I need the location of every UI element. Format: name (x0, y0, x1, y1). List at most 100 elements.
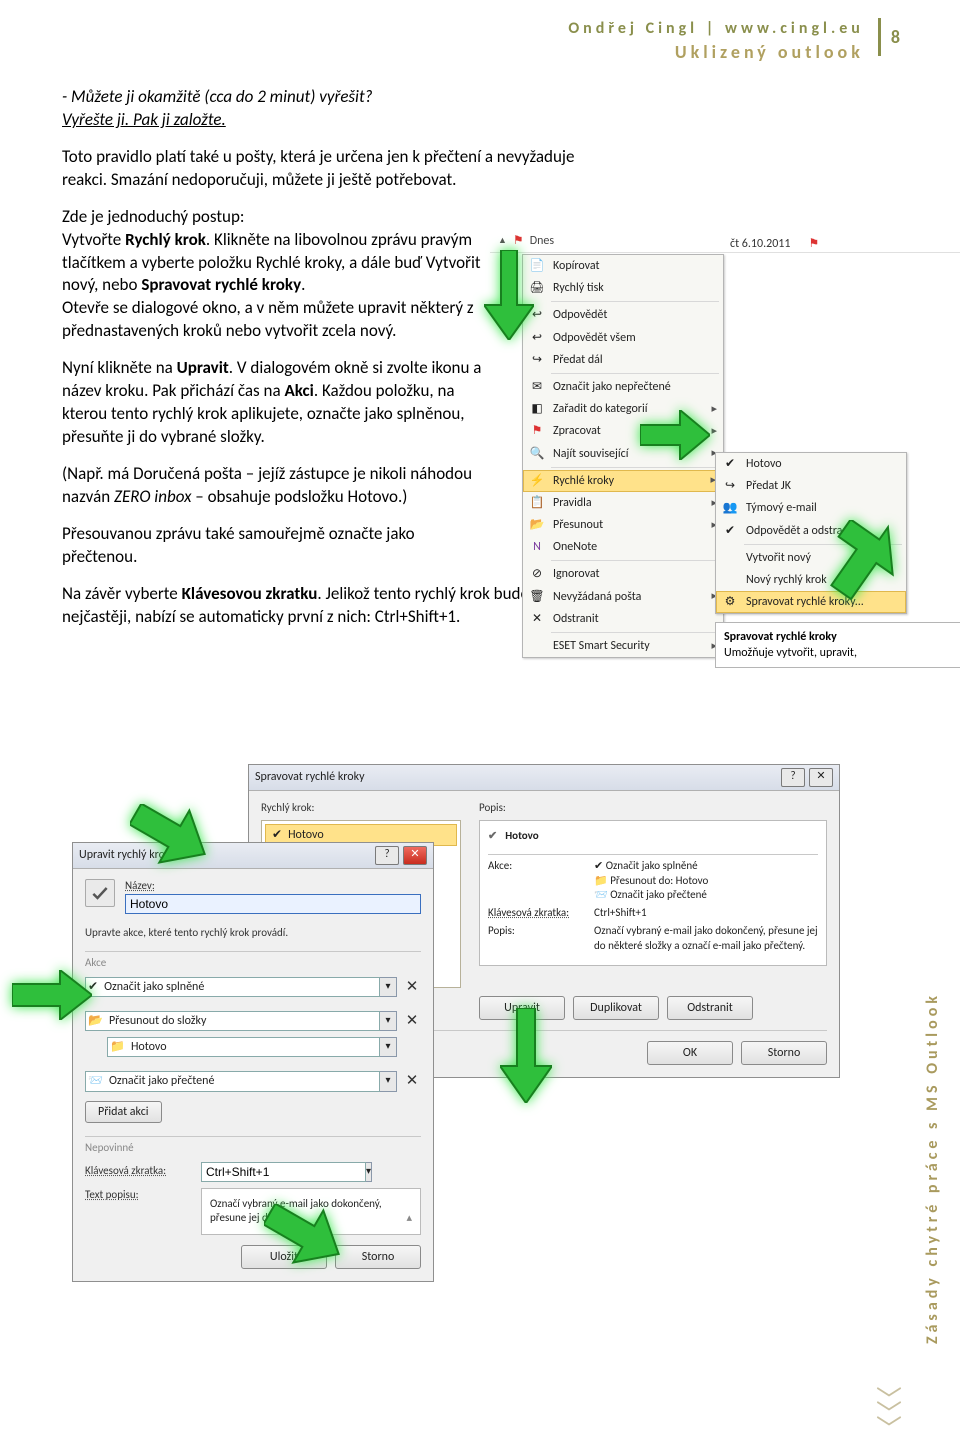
remove-action-button[interactable]: ✕ (403, 977, 421, 997)
check-icon: ✔ (722, 456, 738, 472)
context-menu-screenshot: ▲ ⚑ Dnes čt 6.10.2011 ⚑ 📄Kopírovat 🖨Rych… (490, 230, 960, 253)
action-1: ✔Označit jako splněné ▾ ✕ (85, 977, 421, 997)
ctx-rules[interactable]: 📋Pravidla (523, 492, 723, 514)
header-subtitle: Uklizený outlook (568, 40, 864, 64)
lightning-icon: ⚡ (529, 473, 545, 489)
name-input[interactable] (125, 894, 421, 914)
paragraph-5a: Přesouvanou zprávu také samouřejmě označ… (62, 523, 482, 569)
row-date: čt 6.10.2011 (730, 236, 790, 252)
close-button[interactable]: ✕ (809, 768, 833, 787)
answer-line: Vyřešte ji. Pak ji založte. (62, 109, 900, 132)
odstranit-button[interactable]: Odstranit (667, 996, 753, 1020)
group-today: Dnes (530, 233, 554, 249)
ctx-onenote[interactable]: NOneNote (523, 536, 723, 558)
paragraph-1: Toto pravidlo platí také u pošty, která … (62, 146, 622, 192)
ctx-reply[interactable]: ↩Odpovědět (523, 304, 723, 326)
edit-quickstep-window: Upravit rychlý krok ? ✕ Název: Upravte a… (72, 842, 434, 1282)
ctx-eset[interactable]: ESET Smart Security (523, 635, 723, 657)
tooltip-box: Spravovat rychlé kroky Umožňuje vytvořit… (715, 622, 960, 668)
gear-icon: ⚙ (722, 594, 738, 610)
ctx-move[interactable]: 📂Přesunout (523, 514, 723, 536)
ctx-quicksteps[interactable]: ⚡Rychlé kroky (523, 470, 723, 492)
paragraph-2: Zde je jednoduchý postup: Vytvořte Rychl… (62, 206, 482, 344)
label-optional: Nepovinné (85, 1141, 421, 1156)
flag-icon: ⚑ (513, 233, 524, 249)
team-icon: 👥 (722, 500, 738, 516)
junk-icon: 🗑 (529, 589, 545, 605)
dropdown-caret-icon[interactable]: ▾ (366, 1162, 372, 1182)
green-arrow-icon (640, 410, 710, 460)
forward-icon: ↪ (722, 478, 738, 494)
label-shortcut: Klávesová zkratka: (85, 1164, 195, 1179)
ctx-delete[interactable]: ✕Odstranit (523, 608, 723, 630)
step-icon-button[interactable] (85, 879, 115, 907)
label-name: Název: (125, 879, 421, 894)
storno-button[interactable]: Storno (335, 1245, 421, 1269)
duplikovat-button[interactable]: Duplikovat (573, 996, 659, 1020)
action1-select[interactable]: ✔Označit jako splněné (85, 977, 380, 997)
paragraph-4: (Např. má Doručená pošta – jejíž zástupc… (62, 463, 482, 509)
help-button[interactable]: ? (375, 846, 399, 865)
manage-name: Hotovo (505, 829, 538, 844)
mail-icon: ✉ (529, 379, 545, 395)
dropdown-caret-icon[interactable]: ▾ (380, 1011, 397, 1031)
question-line: - Můžete ji okamžitě (cca do 2 minut) vy… (62, 86, 900, 109)
ctx-copy[interactable]: 📄Kopírovat (523, 255, 723, 277)
add-action-button[interactable]: Přidat akci (85, 1101, 162, 1123)
check-icon: ✔ (488, 829, 497, 844)
ignore-icon: ⊘ (529, 567, 545, 583)
scroll-up-icon[interactable]: ▴ (406, 1211, 412, 1226)
folder-icon: 📁 (594, 874, 608, 887)
ctx-ignore[interactable]: ⊘Ignorovat (523, 563, 723, 585)
action-3: 📨Označit jako přečtené ▾ ✕ (85, 1071, 421, 1091)
folder-icon: 📁 (110, 1039, 125, 1055)
category-icon: ◧ (529, 401, 545, 417)
check-icon: ✔ (594, 859, 603, 872)
expand-icon: ▲ (498, 235, 507, 247)
ctx-quickprint[interactable]: 🖨Rychlý tisk (523, 277, 723, 299)
close-button[interactable]: ✕ (403, 846, 427, 865)
storno-button[interactable]: Storno (741, 1041, 827, 1065)
green-arrow-icon (830, 520, 900, 600)
page-header: Ondřej Cingl | www.cingl.eu Uklizený out… (62, 18, 900, 64)
instr-text: Upravte akce, které tento rychlý krok pr… (85, 926, 421, 941)
green-arrow-icon (484, 250, 534, 340)
rules-icon: 📋 (529, 495, 545, 511)
sub-predat[interactable]: ↪Předat JK (716, 475, 906, 497)
sub-team[interactable]: 👥Týmový e-mail (716, 497, 906, 519)
action-2-sub: 📁Hotovo ▾ ✕ (107, 1037, 421, 1057)
paragraph-3: Nyní klikněte na Upravit. V dialogovém o… (62, 357, 482, 449)
mail-open-icon: 📨 (88, 1073, 103, 1089)
remove-action-button[interactable]: ✕ (403, 1011, 421, 1031)
dropdown-caret-icon[interactable]: ▾ (380, 1071, 397, 1091)
action2-select[interactable]: 📂Přesunout do složky (85, 1011, 380, 1031)
green-arrow-icon (264, 1204, 344, 1274)
flag-icon: ⚑ (529, 423, 545, 439)
label-popis: Popis: (479, 801, 827, 816)
side-vertical-text: Zásady chytré práce s MS Outlook (922, 992, 944, 1344)
ctx-replyall[interactable]: ↩Odpovědět všem (523, 327, 723, 349)
ok-button[interactable]: OK (647, 1041, 733, 1065)
forward-icon: ↪ (529, 352, 545, 368)
mail-open-icon: 📨 (594, 888, 608, 901)
help-button[interactable]: ? (781, 768, 805, 787)
ctx-markunread[interactable]: ✉Označit jako nepřečtené (523, 376, 723, 398)
green-arrow-icon (130, 804, 210, 874)
green-arrow-icon (12, 970, 92, 1020)
label-step: Rychlý krok: (261, 801, 461, 816)
delete-icon: ✕ (529, 611, 545, 627)
chevron-down-icon: ﹀﹀﹀ (876, 1393, 900, 1436)
move-icon: 📂 (529, 517, 545, 533)
shortcut-select[interactable] (201, 1162, 366, 1182)
dropdown-caret-icon[interactable]: ▾ (380, 1037, 397, 1057)
dropdown-caret-icon[interactable]: ▾ (380, 977, 397, 997)
folder-select[interactable]: 📁Hotovo (107, 1037, 380, 1057)
window-title: Spravovat rychlé kroky (255, 769, 365, 785)
ctx-junk[interactable]: 🗑Nevyžádaná pošta (523, 586, 723, 608)
search-icon: 🔍 (529, 446, 545, 462)
action3-select[interactable]: 📨Označit jako přečtené (85, 1071, 380, 1091)
remove-action-button[interactable]: ✕ (403, 1071, 421, 1091)
sub-hotovo[interactable]: ✔Hotovo (716, 453, 906, 475)
ctx-forward[interactable]: ↪Předat dál (523, 349, 723, 371)
label-texttip: Text popisu: (85, 1188, 195, 1203)
